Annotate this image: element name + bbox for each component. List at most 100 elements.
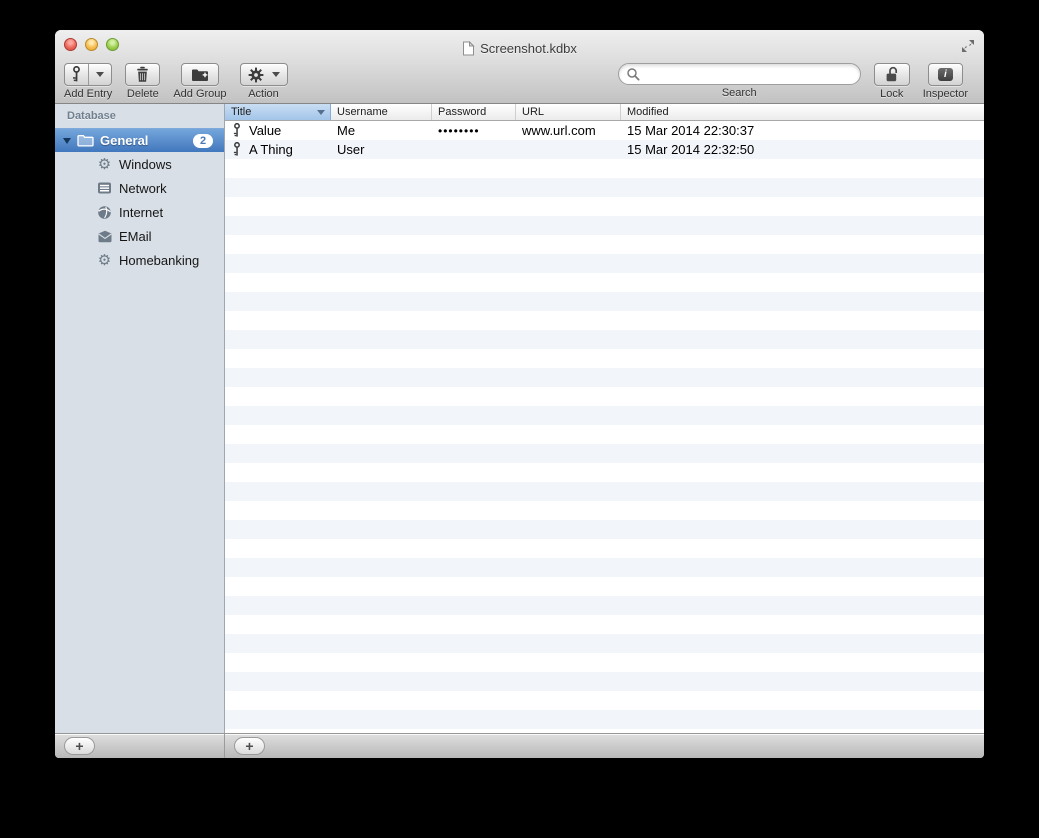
table-bottom-bar: + — [225, 734, 984, 758]
key-icon — [233, 142, 241, 157]
table-row[interactable]: Value Me •••••••• www.url.com 15 Mar 201… — [225, 121, 984, 140]
action-button[interactable] — [239, 63, 288, 86]
entry-title: Value — [249, 123, 282, 138]
column-header-title[interactable]: Title — [225, 104, 331, 120]
inspector-item: i Inspector — [923, 63, 968, 100]
column-label: Username — [337, 106, 388, 118]
search-label: Search — [721, 87, 757, 99]
toolbar: Add Entry Delete Add Group Action Search… — [55, 60, 984, 104]
column-label: URL — [522, 106, 545, 118]
search-input[interactable] — [643, 66, 852, 82]
sidebar-item-internet[interactable]: Internet — [55, 200, 224, 224]
cell-password: •••••••• — [438, 123, 480, 138]
cell-username: User — [337, 142, 365, 157]
sidebar-item-email[interactable]: EMail — [55, 224, 224, 248]
key-icon — [65, 64, 88, 85]
sort-descending-icon — [317, 109, 325, 115]
disclosure-triangle-icon[interactable] — [63, 137, 71, 144]
column-label: Modified — [627, 106, 669, 118]
sidebar-item-label: Windows — [119, 156, 172, 172]
column-label: Password — [438, 106, 487, 118]
folder-plus-icon — [191, 67, 209, 82]
add-entry-dropdown[interactable] — [89, 64, 111, 85]
column-header-username[interactable]: Username — [331, 104, 432, 120]
table-header: Title Username Password URL Modified — [225, 104, 984, 121]
sidebar-item-label: Internet — [119, 204, 164, 220]
folder-icon — [77, 134, 94, 147]
column-header-password[interactable]: Password — [432, 104, 516, 120]
envelope-icon — [96, 230, 113, 243]
window-title: Screenshot.kdbx — [480, 40, 577, 56]
action-item: Action — [239, 63, 288, 100]
lock-item: Lock — [873, 63, 910, 100]
sidebar-bottom-bar: + — [55, 734, 225, 758]
add-group-plus-button[interactable]: + — [64, 737, 95, 755]
document-icon — [462, 40, 475, 56]
trash-icon — [135, 66, 150, 83]
cell-modified: 15 Mar 2014 22:32:50 — [627, 142, 755, 157]
add-entry-item: Add Entry — [64, 63, 112, 100]
cell-url: www.url.com — [522, 123, 596, 138]
window-header: Screenshot.kdbx Add Entry Delete Add Gro… — [55, 30, 984, 104]
add-entry-plus-button[interactable]: + — [234, 737, 265, 755]
sidebar-item-network[interactable]: Network — [55, 176, 224, 200]
zoom-button[interactable] — [106, 38, 119, 51]
entry-table: Title Username Password URL Modified Val… — [225, 104, 984, 733]
cell-modified: 15 Mar 2014 22:30:37 — [627, 123, 755, 138]
add-group-item: Add Group — [173, 63, 227, 100]
bottom-bar: + + — [55, 733, 984, 758]
entry-count-badge: 2 — [193, 133, 213, 148]
sidebar-item-label: Homebanking — [119, 252, 200, 268]
chevron-down-icon — [271, 72, 280, 77]
sidebar: Database General 2 ⚙ Windows Network Int… — [55, 104, 225, 733]
lock-label: Lock — [880, 88, 904, 100]
cell-title: Value — [225, 123, 331, 138]
close-button[interactable] — [64, 38, 77, 51]
sidebar-item-label: Network — [119, 180, 167, 196]
title-wrap: Screenshot.kdbx — [462, 35, 577, 56]
sidebar-group-label: General — [100, 133, 149, 148]
chevron-down-icon — [96, 72, 105, 77]
delete-label: Delete — [126, 88, 159, 100]
add-group-label: Add Group — [173, 88, 227, 100]
delete-button[interactable] — [125, 63, 161, 86]
sidebar-item-windows[interactable]: ⚙ Windows — [55, 152, 224, 176]
column-header-url[interactable]: URL — [516, 104, 621, 120]
server-icon — [96, 181, 113, 195]
add-entry-label: Add Entry — [64, 88, 113, 100]
entry-title: A Thing — [249, 142, 293, 157]
table-rows: Value Me •••••••• www.url.com 15 Mar 201… — [225, 121, 984, 733]
app-window: Screenshot.kdbx Add Entry Delete Add Gro… — [55, 30, 984, 758]
lock-button[interactable] — [873, 63, 910, 86]
sidebar-section-header: Database — [67, 110, 116, 122]
cell-username: Me — [337, 123, 356, 138]
action-dropdown[interactable] — [271, 64, 287, 85]
search-icon — [626, 67, 640, 81]
delete-item: Delete — [125, 63, 161, 100]
column-header-modified[interactable]: Modified — [621, 104, 984, 120]
action-label: Action — [248, 88, 279, 100]
minimize-button[interactable] — [85, 38, 98, 51]
info-icon: i — [937, 68, 953, 81]
search-group: Search — [617, 63, 861, 99]
search-field[interactable] — [617, 63, 861, 85]
lock-open-icon — [884, 66, 900, 83]
gear-icon — [241, 64, 271, 85]
traffic-lights — [64, 38, 119, 51]
sidebar-item-homebanking[interactable]: ⚙ Homebanking — [55, 248, 224, 272]
key-icon — [233, 123, 241, 138]
content: Database General 2 ⚙ Windows Network Int… — [55, 104, 984, 733]
table-row[interactable]: A Thing User 15 Mar 2014 22:32:50 — [225, 140, 984, 159]
inspector-button[interactable]: i — [927, 63, 963, 86]
gear-icon: ⚙ — [97, 154, 112, 173]
gear-icon: ⚙ — [97, 250, 112, 269]
fullscreen-icon[interactable] — [960, 38, 976, 54]
add-entry-button[interactable] — [64, 63, 113, 86]
add-group-button[interactable] — [180, 63, 219, 86]
globe-icon — [96, 205, 113, 220]
sidebar-item-label: EMail — [119, 228, 152, 244]
cell-title: A Thing — [225, 142, 331, 157]
sidebar-group-general[interactable]: General 2 — [55, 128, 224, 152]
column-label: Title — [231, 106, 252, 118]
titlebar[interactable]: Screenshot.kdbx — [55, 30, 984, 60]
